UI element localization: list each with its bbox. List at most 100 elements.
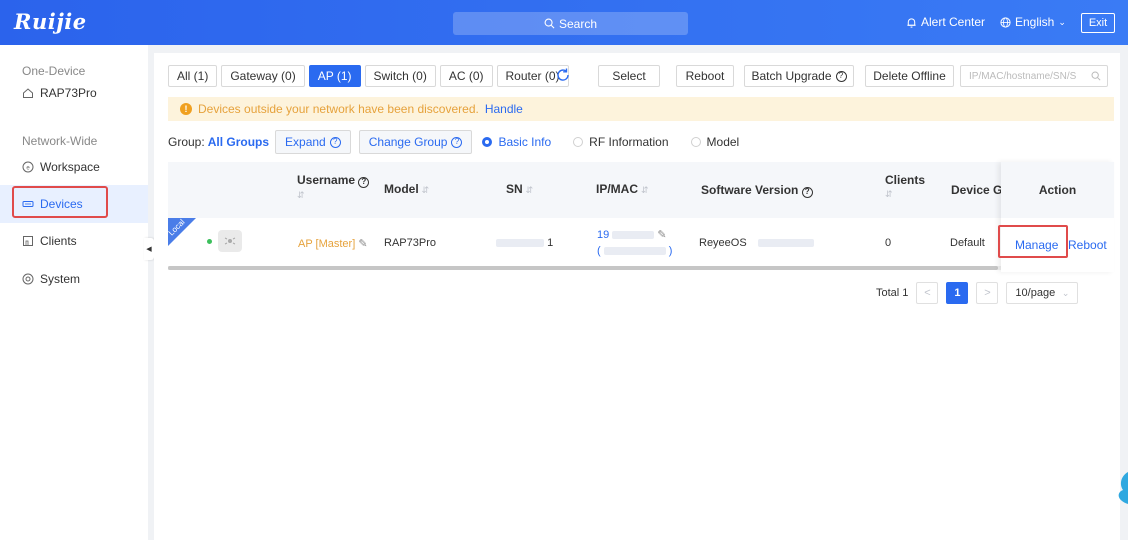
sidebar-collapse-button[interactable]: ◀: [144, 238, 154, 260]
view-radio-basic-info-label: Basic Info: [498, 135, 552, 149]
online-status-dot: [207, 239, 212, 244]
prev-page-button[interactable]: <: [916, 282, 939, 304]
sidebar-item-clients[interactable]: Clients: [22, 234, 77, 248]
sidebar-item-device[interactable]: RAP73Pro: [22, 86, 97, 100]
total-count: Total 1: [876, 287, 909, 299]
chevron-down-icon: ⌄: [1061, 287, 1070, 298]
column-username[interactable]: Username ? ⇵: [297, 173, 370, 201]
pagination: Total 1 < 1 > 10/page ⌄: [876, 282, 1079, 304]
sort-icon: ⇵: [421, 185, 430, 195]
table-row-model: RAP73Pro: [384, 237, 436, 249]
column-action: Action: [1001, 162, 1114, 218]
svg-text:e: e: [26, 166, 30, 172]
caret-left-icon: ◀: [146, 246, 152, 253]
page-size-select[interactable]: 10/page ⌄: [1006, 282, 1079, 304]
edit-icon[interactable]: ✎: [358, 238, 367, 250]
sidebar-item-system-label: System: [40, 272, 81, 286]
table-header: Username ? ⇵ Model ⇵ SN ⇵ IP/MAC ⇵ Software…: [168, 162, 1114, 218]
redacted-ip: [612, 231, 655, 240]
column-device-group: Device Gr: [951, 183, 1008, 197]
global-search-label: Search: [558, 16, 598, 31]
delete-offline-button[interactable]: Delete Offline: [865, 65, 954, 87]
tab-ap[interactable]: AP (1): [308, 65, 361, 87]
sidebar-section-network-wide: Network-Wide: [22, 134, 98, 148]
tab-ac[interactable]: AC (0): [439, 65, 493, 87]
redacted-mac: [603, 247, 666, 256]
reboot-button[interactable]: Reboot: [676, 65, 734, 87]
clients-icon: [23, 236, 33, 246]
column-model[interactable]: Model ⇵: [384, 182, 429, 196]
sidebar: One-Device RAP73Pro Network-Wide e Works…: [0, 45, 148, 540]
ip-prefix: 19: [597, 229, 610, 241]
tab-all[interactable]: All (1): [168, 65, 218, 87]
system-icon: [22, 273, 34, 285]
language-selector[interactable]: English ⌄: [1000, 15, 1066, 29]
handle-link[interactable]: Handle: [485, 102, 523, 116]
batch-upgrade-button[interactable]: Batch Upgrade ?: [744, 65, 854, 87]
expand-label: Expand: [285, 135, 326, 149]
table-row-username[interactable]: AP [Master] ✎: [298, 237, 368, 250]
column-clients[interactable]: Clients ⇵: [885, 173, 925, 200]
table-row-mac: ( ): [597, 245, 672, 257]
main-panel: All (1) Gateway (0) AP (1) Switch (0) AC…: [154, 53, 1120, 540]
device-search-placeholder: IP/MAC/hostname/SN/S: [969, 70, 1077, 82]
refresh-icon[interactable]: [555, 67, 571, 83]
table-row-sn: 1: [496, 237, 553, 249]
change-group-label: Change Group: [368, 135, 448, 149]
workspace-icon: e: [22, 161, 34, 173]
mac-suffix: ): [668, 245, 673, 257]
view-radio-rf-information-label: RF Information: [589, 135, 669, 149]
bell-icon: [907, 17, 916, 28]
global-search-button[interactable]: Search: [453, 12, 688, 35]
assistant-bird-icon[interactable]: [1113, 468, 1128, 508]
search-icon: [544, 18, 555, 29]
view-radio-rf-information[interactable]: RF Information: [573, 135, 669, 149]
group-filter-row: Group: All Groups Expand ? Change Group …: [168, 130, 739, 154]
page-size-label: 10/page: [1015, 287, 1056, 299]
sort-icon: ⇵: [297, 189, 305, 200]
column-username-label: Username: [297, 173, 356, 187]
sidebar-item-device-label: RAP73Pro: [40, 86, 97, 100]
devices-highlight-box: [12, 186, 108, 218]
next-page-button[interactable]: >: [976, 282, 999, 304]
sn-suffix: 1: [547, 237, 554, 249]
table-row-ip[interactable]: 19 ✎: [597, 228, 667, 241]
view-radio-model[interactable]: Model: [690, 135, 740, 149]
sidebar-item-system[interactable]: System: [22, 272, 80, 286]
select-button[interactable]: Select: [598, 65, 660, 87]
view-radio-basic-info[interactable]: Basic Info: [482, 135, 551, 149]
column-ip-mac[interactable]: IP/MAC ⇵: [596, 182, 649, 196]
table-row-software-version: ReyeeOS: [699, 237, 814, 249]
change-group-button[interactable]: Change Group ?: [358, 130, 473, 154]
exit-button[interactable]: Exit: [1081, 13, 1115, 33]
device-search-input[interactable]: IP/MAC/hostname/SN/S: [960, 65, 1108, 87]
view-radio-model-label: Model: [706, 135, 740, 149]
sidebar-item-workspace[interactable]: e Workspace: [22, 160, 100, 174]
page-1-button[interactable]: 1: [946, 282, 969, 304]
sort-icon: ⇵: [525, 185, 534, 195]
table-row-clients: 0: [885, 237, 892, 249]
mac-prefix: (: [597, 245, 601, 257]
sidebar-item-workspace-label: Workspace: [40, 160, 100, 174]
chevron-down-icon: ⌄: [1058, 16, 1066, 27]
radio-dot: [573, 137, 584, 147]
manage-highlight-box: [998, 225, 1068, 258]
group-value[interactable]: All Groups: [208, 135, 269, 149]
sidebar-item-clients-label: Clients: [40, 234, 77, 248]
ruijie-logo[interactable]: Ruijie: [14, 9, 87, 34]
language-label: English: [1015, 15, 1055, 29]
tab-switch[interactable]: Switch (0): [364, 65, 436, 87]
expand-button[interactable]: Expand ?: [275, 130, 351, 154]
column-sn-label: SN: [506, 182, 523, 196]
reboot-link[interactable]: Reboot: [1068, 238, 1107, 252]
column-sn[interactable]: SN ⇵: [506, 182, 533, 196]
tab-gateway[interactable]: Gateway (0): [221, 65, 305, 87]
globe-icon: [1000, 16, 1011, 28]
edit-icon[interactable]: ✎: [657, 229, 666, 241]
redacted-sn: [496, 239, 544, 248]
table-row-device-group: Default: [950, 237, 985, 249]
help-icon: ?: [801, 186, 813, 198]
sort-icon: ⇵: [641, 185, 649, 195]
alert-center-button[interactable]: Alert Center: [906, 15, 985, 29]
horizontal-scrollbar[interactable]: [168, 266, 998, 270]
